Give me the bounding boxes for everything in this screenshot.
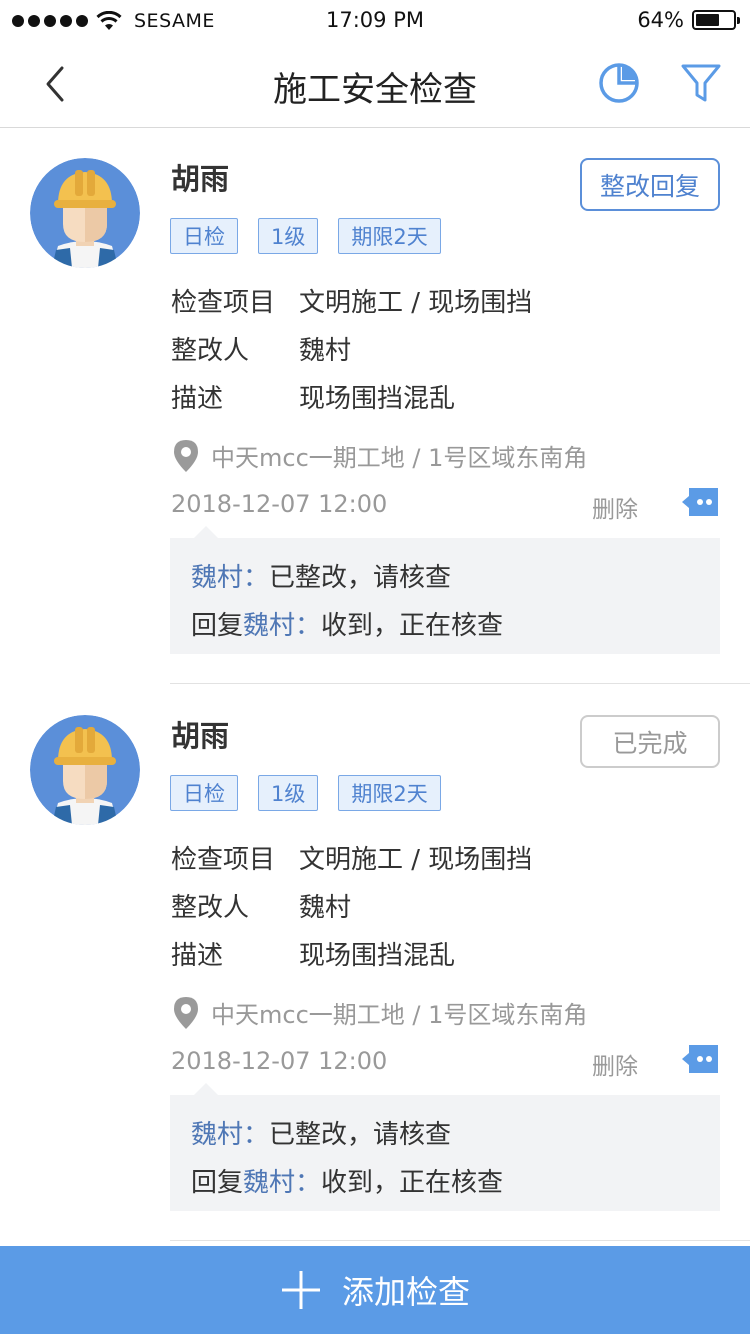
reply-text: 收到，正在核查 [321,611,504,641]
tag-type: 日检 [170,775,238,811]
reply-line: 魏村：已整改，请核查 [191,554,699,602]
card-divider [170,683,750,684]
field-inspection-item: 检查项目 文明施工 / 现场围挡 [171,282,532,319]
field-value: 文明施工 / 现场围挡 [299,288,533,318]
location-pin-icon [174,439,198,472]
comment-icon[interactable] [682,486,720,518]
field-rectifier: 整改人 魏村 [171,887,351,924]
tag-type: 日检 [170,218,238,254]
reply-text: 收到，正在核查 [321,1168,504,1198]
reply-author[interactable]: 魏村： [191,563,269,593]
field-rectifier: 整改人 魏村 [171,330,351,367]
field-value: 魏村 [299,893,352,923]
tag-list: 日检 1级 期限2天 [170,775,461,811]
reply-box: 魏村：已整改，请核查 回复魏村：收到，正在核查 [170,1083,720,1211]
tag-level: 1级 [258,775,319,811]
tag-list: 日检 1级 期限2天 [170,218,461,254]
reply-line: 魏村：已整改，请核查 [191,1111,699,1159]
field-value: 文明施工 / 现场围挡 [299,845,533,875]
inspector-name: 胡雨 [171,162,230,196]
field-label: 检查项目 [171,288,276,318]
plus-icon [281,1271,320,1309]
field-inspection-item: 检查项目 文明施工 / 现场围挡 [171,839,532,876]
reply-box: 魏村：已整改，请核查 回复魏村：收到，正在核查 [170,526,720,654]
location-text: 中天mcc一期工地 / 1号区域东南角 [211,1001,588,1029]
inspection-card[interactable]: 胡雨 已完成 日检 1级 期限2天 检查项目 文明施工 / 现场围挡 整改人 魏村 … [0,685,750,1241]
nav-bar: 施工安全检查 [0,42,750,128]
field-label: 描述 [171,384,224,414]
worker-avatar [30,158,140,268]
status-action-button[interactable]: 整改回复 [580,158,720,211]
reply-line: 回复魏村：收到，正在核查 [191,1168,504,1198]
inspection-date: 2018-12-07 12:00 [171,1047,388,1075]
field-description: 描述 现场围挡混乱 [171,935,455,972]
filter-icon[interactable] [680,62,722,104]
field-label: 整改人 [171,336,250,366]
field-value: 魏村 [299,336,352,366]
tag-deadline: 期限2天 [338,218,441,254]
inspection-date: 2018-12-07 12:00 [171,490,388,518]
card-divider [170,1240,750,1241]
battery-percent: 64% [637,8,684,32]
status-bar: SESAME 17:09 PM 64% [0,0,750,42]
tag-deadline: 期限2天 [338,775,441,811]
field-label: 整改人 [171,893,250,923]
delete-link[interactable]: 删除 [592,1047,638,1081]
reply-author[interactable]: 魏村： [191,1120,269,1150]
status-action-button[interactable]: 已完成 [580,715,720,768]
location-pin-icon [174,996,198,1029]
add-inspection-button[interactable]: 添加检查 [0,1246,750,1334]
worker-avatar [30,715,140,825]
reply-text: 已整改，请核查 [269,1120,452,1150]
pie-chart-icon[interactable] [598,62,640,104]
field-value: 现场围挡混乱 [299,384,456,414]
reply-author[interactable]: 魏村： [243,611,321,641]
field-value: 现场围挡混乱 [299,941,456,971]
battery-icon [692,10,740,30]
field-label: 描述 [171,941,224,971]
comment-icon[interactable] [682,1043,720,1075]
reply-text: 已整改，请核查 [269,563,452,593]
inspection-card[interactable]: 胡雨 整改回复 日检 1级 期限2天 检查项目 文明施工 / 现场围挡 整改人 魏村… [0,128,750,684]
add-inspection-label: 添加检查 [341,1273,470,1311]
delete-link[interactable]: 删除 [592,490,638,524]
field-label: 检查项目 [171,845,276,875]
location: 中天mcc一期工地 / 1号区域东南角 [172,995,587,1030]
inspector-name: 胡雨 [171,719,230,753]
reply-author[interactable]: 魏村： [243,1168,321,1198]
field-description: 描述 现场围挡混乱 [171,378,455,415]
location: 中天mcc一期工地 / 1号区域东南角 [172,438,587,473]
location-text: 中天mcc一期工地 / 1号区域东南角 [211,444,588,472]
reply-line: 回复魏村：收到，正在核查 [191,611,504,641]
tag-level: 1级 [258,218,319,254]
